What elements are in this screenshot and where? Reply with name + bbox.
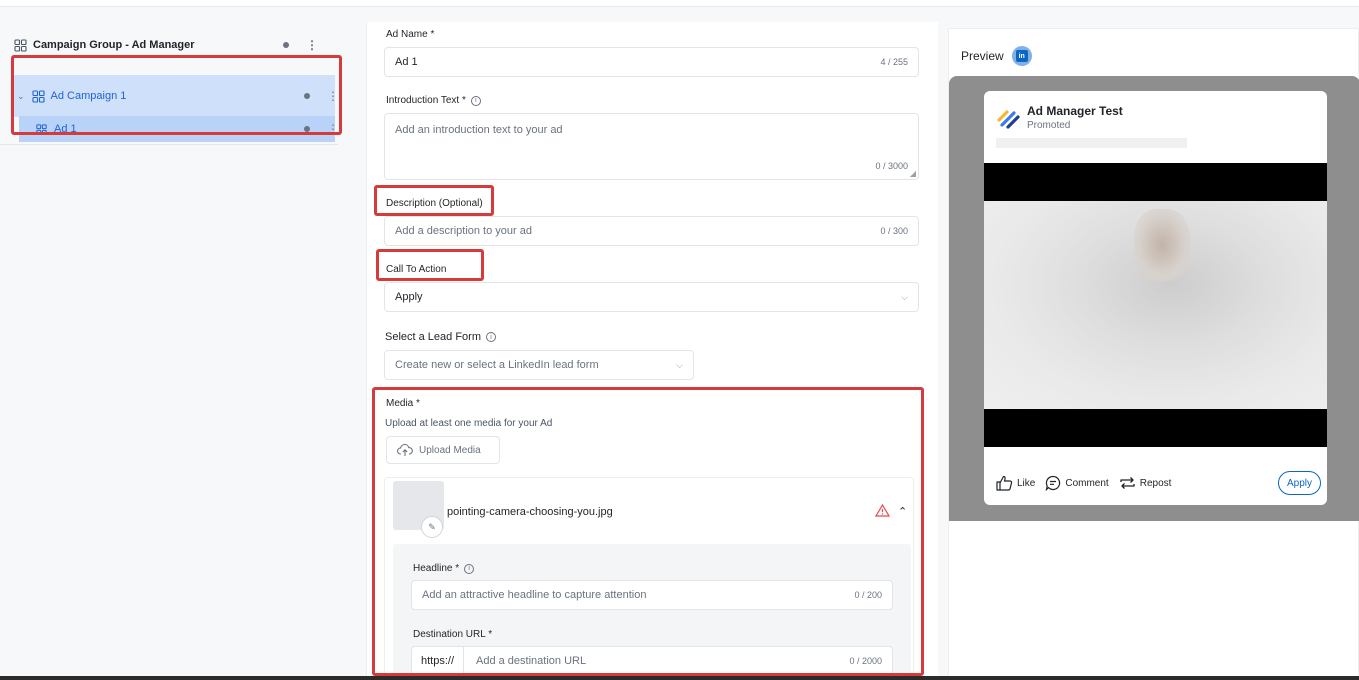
media-label: Media *: [386, 398, 420, 409]
tree-item-ad[interactable]: Ad 1 ⋮: [19, 116, 339, 142]
status-dot: [283, 42, 289, 48]
more-options-icon[interactable]: ⋮: [306, 39, 318, 51]
tree-item-campaign-group[interactable]: Campaign Group - Ad Manager ⋮: [14, 37, 318, 53]
comment-action[interactable]: Comment: [1045, 475, 1109, 491]
post-actions: Like Comment Repost Apply: [996, 471, 1321, 495]
grid-icon: [31, 89, 45, 103]
lead-form-select[interactable]: Create new or select a LinkedIn lead for…: [384, 350, 694, 380]
ad-name-label: Ad Name *: [386, 29, 435, 40]
description-input[interactable]: Add a description to your ad 0 / 300: [384, 216, 919, 246]
text-skeleton: [996, 138, 1187, 148]
char-counter: 0 / 200: [854, 590, 882, 600]
intro-text-placeholder: Add an introduction text to your ad: [395, 124, 563, 136]
headline-label: Headline * i: [413, 563, 475, 574]
url-protocol-prefix: https://: [412, 647, 465, 675]
linkedin-icon: in: [1011, 46, 1032, 66]
call-to-action-value: Apply: [395, 291, 423, 303]
preview-header: Preview in: [961, 46, 1032, 66]
chevron-down-icon: ⌵: [901, 291, 908, 302]
repost-icon: [1120, 477, 1135, 489]
intro-text-textarea[interactable]: Add an introduction text to your ad 0 / …: [384, 113, 919, 180]
more-options-icon[interactable]: ⋮: [327, 123, 339, 135]
char-counter: 4 / 255: [880, 57, 908, 67]
media-subtitle: Upload at least one media for your Ad: [385, 418, 553, 429]
status-dot: [304, 93, 310, 99]
info-icon[interactable]: i: [470, 95, 481, 106]
brand-logo-icon: [996, 105, 1022, 136]
preview-stage: Ad Manager Test Promoted Like Comment Re…: [949, 76, 1359, 521]
chevron-up-icon[interactable]: ⌃: [898, 505, 907, 518]
chevron-down-icon[interactable]: ⌄: [17, 91, 25, 102]
char-counter: 0 / 3000: [875, 161, 908, 171]
linkedin-post-preview: Ad Manager Test Promoted Like Comment Re…: [984, 91, 1327, 505]
destination-url-label: Destination URL *: [413, 629, 493, 640]
chevron-down-icon: ⌵: [676, 359, 683, 370]
tree-item-label: Ad Campaign 1: [50, 90, 127, 102]
ad-name-input[interactable]: Ad 1 4 / 255: [384, 47, 919, 77]
preview-panel: Preview in Ad Manager Test Promoted Like: [948, 28, 1359, 680]
description-label: Description (Optional): [386, 198, 483, 209]
account-name: Ad Manager Test: [1027, 104, 1123, 118]
campaign-tree: Campaign Group - Ad Manager ⋮ ⌄ Ad Campa…: [0, 7, 350, 680]
preview-apply-button[interactable]: Apply: [1278, 471, 1321, 495]
upload-media-button[interactable]: Upload Media: [386, 436, 500, 464]
top-bar: [0, 0, 1359, 7]
cloud-upload-icon: [397, 443, 413, 456]
ad-media-image: [984, 163, 1327, 447]
destination-url-placeholder: Add a destination URL: [476, 655, 587, 667]
status-dot: [304, 126, 310, 132]
promoted-label: Promoted: [1027, 120, 1071, 131]
lead-form-placeholder: Create new or select a LinkedIn lead for…: [395, 359, 599, 371]
resize-handle-icon[interactable]: ◢: [910, 169, 916, 178]
destination-url-input[interactable]: https:// Add a destination URL 0 / 2000: [411, 646, 893, 676]
description-placeholder: Add a description to your ad: [395, 225, 532, 237]
tree-item-label: Campaign Group - Ad Manager: [33, 39, 195, 51]
tree-panel: Campaign Group - Ad Manager ⋮ ⌄ Ad Campa…: [0, 19, 339, 145]
comment-icon: [1045, 475, 1061, 491]
grid-icon: [14, 38, 27, 52]
thumbs-up-icon: [996, 475, 1013, 491]
lead-form-label: Select a Lead Form i: [385, 331, 496, 343]
media-item-card: ✎ pointing-camera-choosing-you.jpg ⌃ Hea…: [384, 477, 914, 680]
headline-placeholder: Add an attractive headline to capture at…: [422, 589, 647, 601]
call-to-action-select[interactable]: Apply ⌵: [384, 282, 919, 312]
warning-icon: [874, 503, 891, 522]
ad-name-value: Ad 1: [395, 56, 418, 68]
info-icon[interactable]: i: [486, 332, 496, 342]
more-options-icon[interactable]: ⋮: [327, 90, 339, 102]
grid-icon: [36, 123, 47, 135]
intro-text-label: Introduction Text * i: [386, 95, 481, 106]
char-counter: 0 / 2000: [849, 656, 882, 666]
edit-pencil-icon[interactable]: ✎: [421, 516, 443, 538]
info-icon[interactable]: i: [464, 563, 475, 574]
repost-action[interactable]: Repost: [1119, 475, 1171, 491]
blurred-photo: [984, 201, 1327, 409]
tree-item-ad-campaign[interactable]: ⌄ Ad Campaign 1 ⋮: [13, 75, 339, 117]
media-file-name: pointing-camera-choosing-you.jpg: [447, 506, 613, 518]
char-counter: 0 / 300: [880, 226, 908, 236]
tree-item-label: Ad 1: [54, 123, 77, 135]
window-bottom-edge: [0, 676, 1359, 680]
preview-title: Preview: [961, 49, 1004, 63]
call-to-action-label: Call To Action: [386, 264, 447, 275]
headline-input[interactable]: Add an attractive headline to capture at…: [411, 580, 893, 610]
like-action[interactable]: Like: [996, 475, 1035, 491]
media-details-panel: Headline * i Add an attractive headline …: [393, 544, 911, 680]
upload-media-label: Upload Media: [419, 444, 481, 456]
